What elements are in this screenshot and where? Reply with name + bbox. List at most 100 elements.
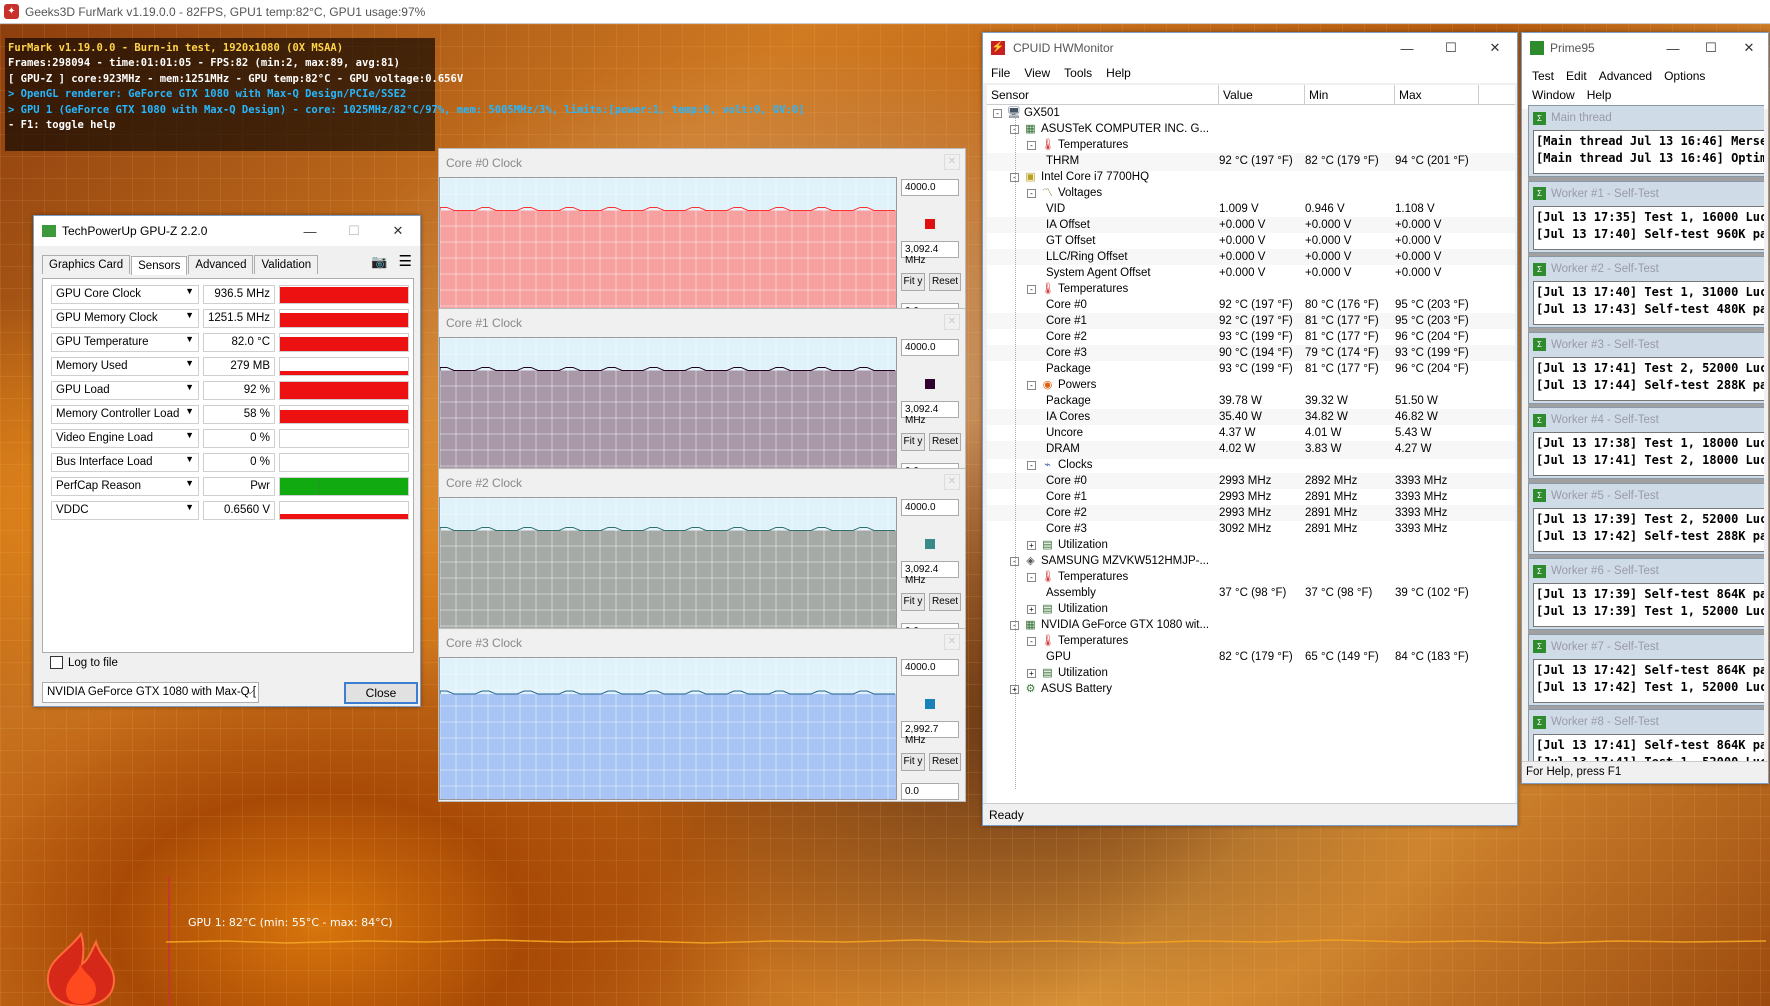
column-max[interactable]: Max bbox=[1395, 85, 1479, 104]
reset-button[interactable]: Reset bbox=[929, 753, 961, 771]
reset-button[interactable]: Reset bbox=[929, 273, 961, 291]
worker-window[interactable]: Σ Worker #8 - Self-Test [Jul 13 17:41] Sel… bbox=[1528, 709, 1764, 763]
reset-button[interactable]: Reset bbox=[929, 593, 961, 611]
sensor-name-dropdown[interactable]: Memory Used ▼ bbox=[51, 357, 199, 376]
collapse-icon[interactable]: - bbox=[1027, 573, 1036, 582]
sensor-name-dropdown[interactable]: GPU Temperature ▼ bbox=[51, 333, 199, 352]
column-value[interactable]: Value bbox=[1219, 85, 1305, 104]
tab-validation[interactable]: Validation bbox=[254, 255, 319, 274]
minimize-icon[interactable]: — bbox=[1385, 33, 1429, 63]
sensor-name: Video Engine Load bbox=[56, 432, 153, 444]
collapse-icon[interactable]: - bbox=[1027, 285, 1036, 294]
log-to-file-option[interactable]: Log to file bbox=[50, 656, 118, 669]
sensor-value: 0 % bbox=[203, 453, 275, 472]
reset-button[interactable]: Reset bbox=[929, 433, 961, 451]
menu-tools[interactable]: Tools bbox=[1064, 66, 1092, 80]
sensor-name-dropdown[interactable]: GPU Core Clock ▼ bbox=[51, 285, 199, 304]
menu-test[interactable]: Test bbox=[1532, 67, 1554, 86]
util-icon: ▤ bbox=[1042, 603, 1053, 615]
menu-view[interactable]: View bbox=[1024, 66, 1050, 80]
fit-y-button[interactable]: Fit y bbox=[901, 273, 925, 291]
camera-icon[interactable]: 📷 bbox=[371, 254, 393, 274]
collapse-icon[interactable]: - bbox=[1027, 637, 1036, 646]
sensor-value: 4.02 W bbox=[1219, 443, 1256, 455]
close-icon[interactable]: ✕ bbox=[944, 474, 960, 490]
graph-max-value[interactable]: 4000.0 bbox=[901, 339, 959, 356]
hwmonitor-window: ⚡ CPUID HWMonitor — ☐ ✕ File View Tools … bbox=[982, 32, 1518, 826]
collapse-icon[interactable]: - bbox=[1027, 189, 1036, 198]
worker-window[interactable]: Σ Worker #1 - Self-Test [Jul 13 17:35] Tes… bbox=[1528, 180, 1764, 253]
graph-max-value[interactable]: 4000.0 bbox=[901, 179, 959, 196]
sensor-graph bbox=[279, 477, 409, 496]
tab-sensors[interactable]: Sensors bbox=[131, 256, 188, 275]
worker-window[interactable]: Σ Worker #2 - Self-Test [Jul 13 17:40] Tes… bbox=[1528, 256, 1764, 328]
maximize-icon[interactable]: ☐ bbox=[1692, 33, 1730, 63]
sensor-name-dropdown[interactable]: Bus Interface Load ▼ bbox=[51, 453, 199, 472]
worker-title: Worker #4 - Self-Test bbox=[1551, 414, 1659, 426]
sensor-row: VDDC ▼ 0.6560 V bbox=[51, 499, 409, 521]
sensor-graph-fill bbox=[280, 313, 408, 327]
hamburger-menu-icon[interactable]: ☰ bbox=[395, 252, 416, 274]
sensor-max: 4.27 W bbox=[1395, 443, 1432, 455]
tab-graphics-card[interactable]: Graphics Card bbox=[42, 255, 131, 274]
expand-icon[interactable]: + bbox=[1027, 541, 1036, 550]
sensor-name-dropdown[interactable]: Memory Controller Load ▼ bbox=[51, 405, 199, 424]
gpu-device-select[interactable]: NVIDIA GeForce GTX 1080 with Max-Q [ ⌵ bbox=[42, 682, 259, 703]
sensor-name: Core #0 bbox=[1046, 299, 1087, 311]
expand-icon[interactable]: + bbox=[1027, 669, 1036, 678]
minimize-icon[interactable]: — bbox=[1654, 33, 1692, 63]
graph-min-value[interactable]: 0.0 bbox=[901, 783, 959, 800]
collapse-icon[interactable]: - bbox=[1027, 461, 1036, 470]
worker-window[interactable]: Σ Worker #7 - Self-Test [Jul 13 17:42] Sel… bbox=[1528, 633, 1764, 706]
sensor-name-dropdown[interactable]: GPU Memory Clock ▼ bbox=[51, 309, 199, 328]
menu-advanced[interactable]: Advanced bbox=[1599, 67, 1652, 86]
fit-y-button[interactable]: Fit y bbox=[901, 433, 925, 451]
core-clock-chart bbox=[440, 338, 896, 479]
graph-max-value[interactable]: 4000.0 bbox=[901, 499, 959, 516]
sensor-name-dropdown[interactable]: GPU Load ▼ bbox=[51, 381, 199, 400]
close-icon[interactable]: ✕ bbox=[376, 216, 420, 246]
menu-help[interactable]: Help bbox=[1106, 66, 1131, 80]
sensor-name: Temperatures bbox=[1058, 635, 1129, 647]
close-icon[interactable]: ✕ bbox=[944, 634, 960, 650]
menu-options[interactable]: Options bbox=[1664, 67, 1705, 86]
dropdown-arrow-icon: ▼ bbox=[185, 502, 194, 512]
sensor-name-dropdown[interactable]: Video Engine Load ▼ bbox=[51, 429, 199, 448]
series-color-swatch bbox=[925, 219, 935, 229]
column-min[interactable]: Min bbox=[1305, 85, 1395, 104]
menu-help[interactable]: Help bbox=[1587, 86, 1612, 105]
fit-y-button[interactable]: Fit y bbox=[901, 593, 925, 611]
expand-icon[interactable]: + bbox=[1027, 605, 1036, 614]
menu-window[interactable]: Window bbox=[1532, 86, 1575, 105]
close-icon[interactable]: ✕ bbox=[1730, 33, 1768, 63]
close-button[interactable]: Close bbox=[344, 682, 418, 704]
close-icon[interactable]: ✕ bbox=[1473, 33, 1517, 63]
collapse-icon[interactable]: - bbox=[1027, 381, 1036, 390]
minimize-icon[interactable]: — bbox=[288, 216, 332, 246]
close-icon[interactable]: ✕ bbox=[944, 314, 960, 330]
temp-icon: 🌡 bbox=[1041, 283, 1055, 295]
sensor-name: PerfCap Reason bbox=[56, 480, 142, 492]
menu-edit[interactable]: Edit bbox=[1566, 67, 1587, 86]
tab-advanced[interactable]: Advanced bbox=[188, 255, 254, 274]
worker-window[interactable]: Σ Worker #5 - Self-Test [Jul 13 17:39] Tes… bbox=[1528, 482, 1764, 555]
fit-y-button[interactable]: Fit y bbox=[901, 753, 925, 771]
log-to-file-checkbox[interactable] bbox=[50, 656, 63, 669]
worker-window[interactable]: Σ Worker #3 - Self-Test [Jul 13 17:41] Tes… bbox=[1528, 331, 1764, 404]
collapse-icon[interactable]: - bbox=[1027, 141, 1036, 150]
maximize-icon[interactable]: ☐ bbox=[1429, 33, 1473, 63]
sensor-name-dropdown[interactable]: PerfCap Reason ▼ bbox=[51, 477, 199, 496]
worker-window[interactable]: Σ Worker #4 - Self-Test [Jul 13 17:38] Tes… bbox=[1528, 407, 1764, 479]
worker-window[interactable]: Σ Main thread [Main thread Jul 13 16:46] M… bbox=[1528, 105, 1764, 177]
close-icon[interactable]: ✕ bbox=[944, 154, 960, 170]
column-sensor[interactable]: Sensor bbox=[987, 85, 1219, 104]
sensor-tree-row[interactable]: + ⚙ ASUS Battery bbox=[987, 681, 1515, 699]
sensor-name-dropdown[interactable]: VDDC ▼ bbox=[51, 501, 199, 520]
menu-file[interactable]: File bbox=[991, 66, 1010, 80]
maximize-icon[interactable]: ☐ bbox=[332, 216, 376, 246]
furmark-titlebar: ✦ Geeks3D FurMark v1.19.0.0 - 82FPS, GPU… bbox=[0, 0, 1770, 24]
collapse-icon[interactable]: - bbox=[993, 109, 1002, 118]
worker-window[interactable]: Σ Worker #6 - Self-Test [Jul 13 17:39] Sel… bbox=[1528, 558, 1764, 630]
graph-max-value[interactable]: 4000.0 bbox=[901, 659, 959, 676]
sensor-name: VID bbox=[1046, 203, 1066, 215]
